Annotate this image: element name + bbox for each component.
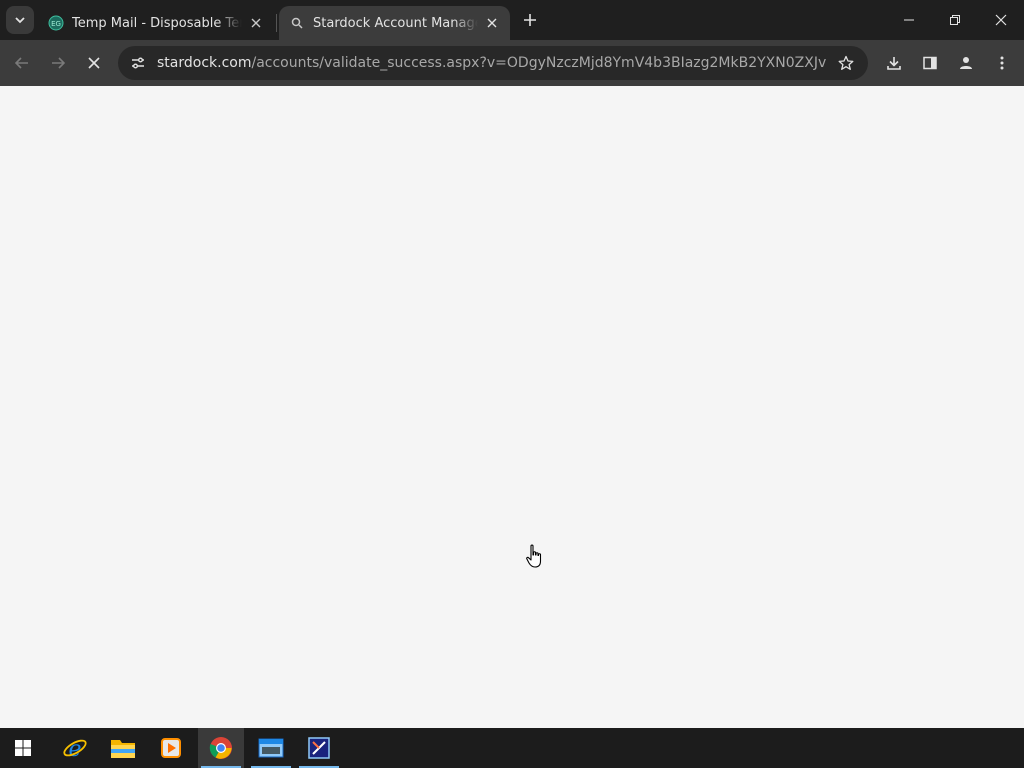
restore-icon — [950, 15, 960, 25]
svg-text:EG: EG — [51, 20, 61, 28]
temp-mail-favicon-icon: EG — [48, 15, 64, 31]
close-icon[interactable] — [248, 15, 264, 31]
plus-icon — [524, 14, 536, 26]
chrome-icon — [209, 737, 232, 759]
side-panel-button[interactable] — [916, 49, 944, 77]
close-icon[interactable] — [484, 15, 500, 31]
taskbar-internet-explorer[interactable]: e — [52, 728, 98, 768]
tab-stardock[interactable]: Stardock Account Management — [279, 6, 510, 40]
internet-explorer-icon: e — [63, 737, 87, 761]
person-icon — [960, 57, 972, 69]
tab-temp-mail[interactable]: EG Temp Mail - Disposable Tempor — [38, 6, 274, 40]
profile-button[interactable] — [952, 49, 980, 77]
window-close-button[interactable] — [978, 0, 1024, 40]
downloads-button[interactable] — [880, 49, 908, 77]
hand-pointer-cursor-icon — [526, 544, 542, 568]
file-explorer-icon — [111, 740, 135, 758]
chevron-down-icon — [15, 17, 25, 24]
tab-search-button[interactable] — [6, 6, 34, 34]
taskbar-chrome[interactable] — [198, 728, 244, 768]
bookmark-button[interactable] — [834, 51, 858, 75]
restore-button[interactable] — [932, 0, 978, 40]
back-button[interactable] — [8, 49, 36, 77]
address-bar[interactable]: stardock.com/accounts/validate_success.a… — [118, 46, 868, 80]
close-icon — [995, 14, 1007, 26]
tab-strip: EG Temp Mail - Disposable Tempor Stardoc… — [0, 0, 1024, 40]
kebab-menu-icon — [1000, 56, 1004, 70]
taskbar-file-explorer[interactable] — [100, 728, 146, 768]
taskbar-keyboard-app[interactable] — [248, 728, 294, 768]
taskbar-media-player[interactable] — [148, 728, 194, 768]
minimize-button[interactable] — [886, 0, 932, 40]
star-icon — [838, 55, 854, 70]
tab-title: Stardock Account Management — [313, 15, 478, 31]
taskbar: e — [0, 728, 1024, 768]
new-tab-button[interactable] — [518, 8, 542, 32]
url-host: stardock.com — [157, 55, 252, 71]
taskbar-system-tool[interactable] — [296, 728, 342, 768]
browser-toolbar: stardock.com/accounts/validate_success.a… — [0, 40, 1024, 86]
site-info-button[interactable] — [126, 51, 150, 75]
url-text[interactable]: stardock.com/accounts/validate_success.a… — [157, 46, 827, 80]
stop-loading-button[interactable] — [80, 49, 108, 77]
download-icon — [887, 57, 901, 70]
arrow-left-icon — [14, 57, 28, 69]
keyboard-app-icon — [258, 738, 284, 758]
side-panel-icon — [923, 56, 937, 70]
loading-spinner-icon — [289, 15, 305, 31]
browser-window: EG Temp Mail - Disposable Tempor Stardoc… — [0, 0, 1024, 728]
close-icon — [88, 57, 100, 69]
page-content — [0, 86, 1024, 728]
tune-icon — [132, 57, 144, 69]
tab-separator — [276, 14, 277, 32]
system-tool-icon — [308, 737, 330, 759]
minimize-icon — [904, 19, 914, 21]
browser-menu-button[interactable] — [988, 49, 1016, 77]
arrow-right-icon — [52, 57, 66, 69]
url-path: /accounts/validate_success.aspx?v=ODgyNz… — [251, 55, 827, 71]
media-player-icon — [161, 738, 181, 758]
start-button[interactable] — [0, 728, 46, 768]
tab-title: Temp Mail - Disposable Tempor — [72, 15, 242, 31]
windows-start-icon — [15, 740, 31, 756]
forward-button[interactable] — [44, 49, 72, 77]
